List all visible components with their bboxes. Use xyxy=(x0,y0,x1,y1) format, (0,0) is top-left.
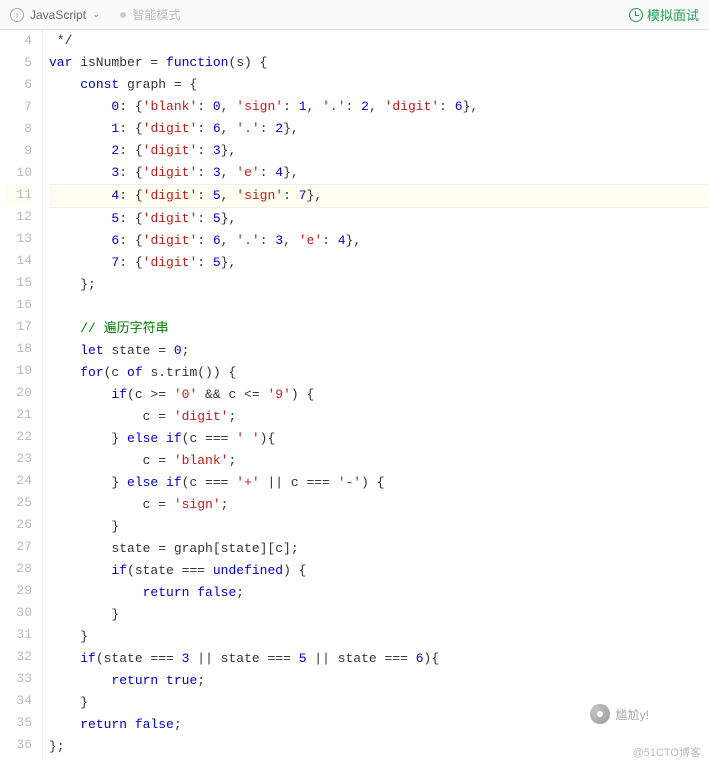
code-editor[interactable]: 4567891011121314151617181920212223242526… xyxy=(0,30,709,758)
line-number: 24 xyxy=(6,470,32,492)
author-name: 尴尬y! xyxy=(616,706,649,723)
language-select[interactable]: i JavaScript ⌄ xyxy=(10,8,100,22)
code-line[interactable]: 0: {'blank': 0, 'sign': 1, '.': 2, 'digi… xyxy=(49,96,709,118)
watermark-author: 尴尬y! xyxy=(590,704,649,724)
code-line[interactable]: 4: {'digit': 5, 'sign': 7}, xyxy=(49,184,709,208)
code-line[interactable]: */ xyxy=(49,30,709,52)
wechat-icon xyxy=(590,704,610,724)
line-number: 23 xyxy=(6,448,32,470)
code-line[interactable]: }; xyxy=(49,274,709,296)
code-line[interactable]: if(state === 3 || state === 5 || state =… xyxy=(49,648,709,670)
code-line[interactable]: 7: {'digit': 5}, xyxy=(49,252,709,274)
line-number: 36 xyxy=(6,734,32,756)
code-line[interactable]: } xyxy=(49,516,709,538)
code-line[interactable] xyxy=(49,296,709,318)
line-number: 8 xyxy=(6,118,32,140)
line-number: 31 xyxy=(6,624,32,646)
line-gutter: 4567891011121314151617181920212223242526… xyxy=(0,30,43,758)
line-number: 34 xyxy=(6,690,32,712)
line-number: 32 xyxy=(6,646,32,668)
code-line[interactable]: c = 'blank'; xyxy=(49,450,709,472)
watermark-site: @51CTO博客 xyxy=(633,744,701,760)
dot-icon xyxy=(120,12,126,18)
line-number: 11 xyxy=(6,184,32,206)
line-number: 25 xyxy=(6,492,32,514)
code-line[interactable]: }; xyxy=(49,736,709,758)
code-line[interactable]: c = 'sign'; xyxy=(49,494,709,516)
code-line[interactable]: c = 'digit'; xyxy=(49,406,709,428)
line-number: 9 xyxy=(6,140,32,162)
code-line[interactable]: 1: {'digit': 6, '.': 2}, xyxy=(49,118,709,140)
code-line[interactable]: state = graph[state][c]; xyxy=(49,538,709,560)
line-number: 13 xyxy=(6,228,32,250)
line-number: 12 xyxy=(6,206,32,228)
line-number: 35 xyxy=(6,712,32,734)
code-line[interactable]: 3: {'digit': 3, 'e': 4}, xyxy=(49,162,709,184)
line-number: 30 xyxy=(6,602,32,624)
line-number: 5 xyxy=(6,52,32,74)
mock-interview-button[interactable]: 模拟面试 xyxy=(629,5,699,24)
chevron-down-icon: ⌄ xyxy=(92,9,100,20)
line-number: 33 xyxy=(6,668,32,690)
code-line[interactable]: 6: {'digit': 6, '.': 3, 'e': 4}, xyxy=(49,230,709,252)
line-number: 29 xyxy=(6,580,32,602)
line-number: 27 xyxy=(6,536,32,558)
code-area[interactable]: */var isNumber = function(s) { const gra… xyxy=(43,30,709,758)
code-line[interactable]: if(c >= '0' && c <= '9') { xyxy=(49,384,709,406)
editor-toolbar: i JavaScript ⌄ 智能模式 模拟面试 xyxy=(0,0,709,30)
code-line[interactable]: } else if(c === '+' || c === '-') { xyxy=(49,472,709,494)
line-number: 15 xyxy=(6,272,32,294)
clock-icon xyxy=(629,8,643,22)
line-number: 28 xyxy=(6,558,32,580)
line-number: 21 xyxy=(6,404,32,426)
code-line[interactable]: const graph = { xyxy=(49,74,709,96)
code-line[interactable]: return false; xyxy=(49,582,709,604)
code-line[interactable]: } xyxy=(49,626,709,648)
mock-interview-label: 模拟面试 xyxy=(647,5,699,24)
line-number: 20 xyxy=(6,382,32,404)
code-line[interactable]: // 遍历字符串 xyxy=(49,318,709,340)
line-number: 19 xyxy=(6,360,32,382)
line-number: 22 xyxy=(6,426,32,448)
code-line[interactable]: for(c of s.trim()) { xyxy=(49,362,709,384)
language-label: JavaScript xyxy=(30,8,86,22)
code-line[interactable]: 2: {'digit': 3}, xyxy=(49,140,709,162)
code-line[interactable]: } xyxy=(49,604,709,626)
line-number: 18 xyxy=(6,338,32,360)
code-line[interactable]: let state = 0; xyxy=(49,340,709,362)
line-number: 4 xyxy=(6,30,32,52)
code-line[interactable]: var isNumber = function(s) { xyxy=(49,52,709,74)
code-line[interactable]: if(state === undefined) { xyxy=(49,560,709,582)
line-number: 26 xyxy=(6,514,32,536)
smart-mode-label: 智能模式 xyxy=(132,6,180,23)
line-number: 16 xyxy=(6,294,32,316)
line-number: 6 xyxy=(6,74,32,96)
smart-mode-toggle[interactable]: 智能模式 xyxy=(120,6,180,23)
info-icon: i xyxy=(10,8,24,22)
line-number: 17 xyxy=(6,316,32,338)
code-line[interactable]: return true; xyxy=(49,670,709,692)
line-number: 14 xyxy=(6,250,32,272)
line-number: 7 xyxy=(6,96,32,118)
code-line[interactable]: 5: {'digit': 5}, xyxy=(49,208,709,230)
code-line[interactable]: } else if(c === ' '){ xyxy=(49,428,709,450)
line-number: 10 xyxy=(6,162,32,184)
